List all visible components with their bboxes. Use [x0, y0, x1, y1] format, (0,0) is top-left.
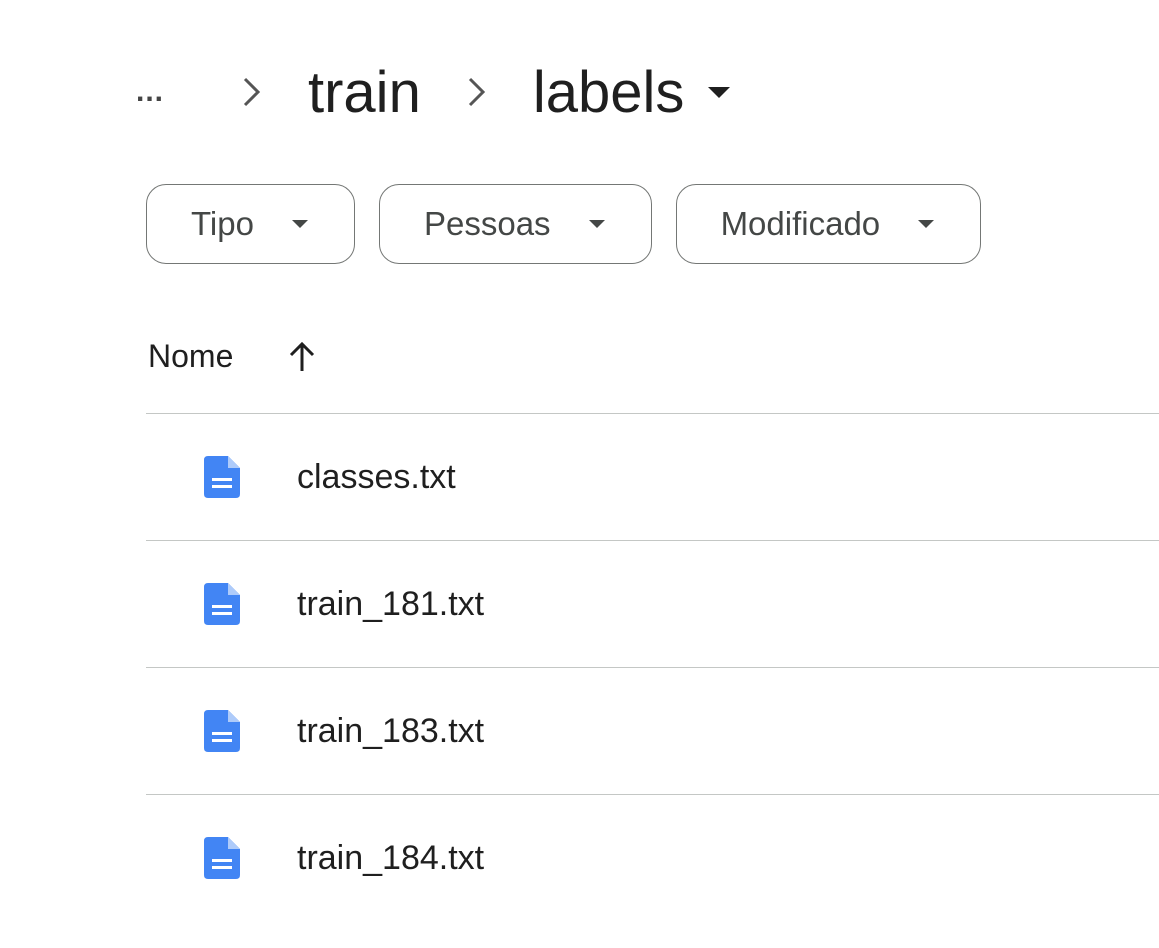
caret-down-icon: [588, 220, 605, 228]
list-header: Nome: [148, 338, 315, 375]
filter-label: Pessoas: [423, 205, 551, 242]
file-name: train_183.txt: [297, 711, 485, 750]
filter-label: Tipo: [191, 205, 254, 242]
file-name: train_181.txt: [297, 584, 485, 623]
caret-down-icon: [291, 220, 308, 228]
breadcrumb-overflow-button[interactable]: ...: [136, 75, 196, 109]
filter-type-button[interactable]: Tipo: [146, 184, 355, 264]
file-name: classes.txt: [297, 457, 456, 496]
file-row[interactable]: train_181.txt: [146, 540, 1159, 667]
chevron-right-icon: [236, 52, 268, 132]
file-row[interactable]: train_184.txt: [146, 794, 1159, 921]
doc-icon: [204, 837, 240, 879]
column-header-name[interactable]: Nome: [148, 338, 233, 375]
file-name: train_184.txt: [297, 838, 485, 877]
doc-icon: [204, 583, 240, 625]
chevron-right-icon: [461, 52, 493, 132]
arrow-up-icon[interactable]: [289, 341, 315, 373]
caret-down-icon[interactable]: [708, 86, 731, 98]
breadcrumb: ... train labels: [136, 52, 731, 132]
doc-icon: [204, 456, 240, 498]
file-row[interactable]: train_183.txt: [146, 667, 1159, 794]
breadcrumb-item-labels[interactable]: labels: [533, 59, 685, 126]
filter-label: Modificado: [720, 205, 881, 242]
filter-chips: Tipo Pessoas Modificado: [146, 184, 982, 264]
file-row[interactable]: classes.txt: [146, 413, 1159, 540]
caret-down-icon: [918, 220, 935, 228]
filter-people-button[interactable]: Pessoas: [378, 184, 652, 264]
filter-modified-button[interactable]: Modificado: [675, 184, 982, 264]
doc-icon: [204, 710, 240, 752]
file-list: classes.txt train_181.txt train_183.txt …: [146, 413, 1159, 921]
breadcrumb-item-train[interactable]: train: [308, 59, 421, 126]
